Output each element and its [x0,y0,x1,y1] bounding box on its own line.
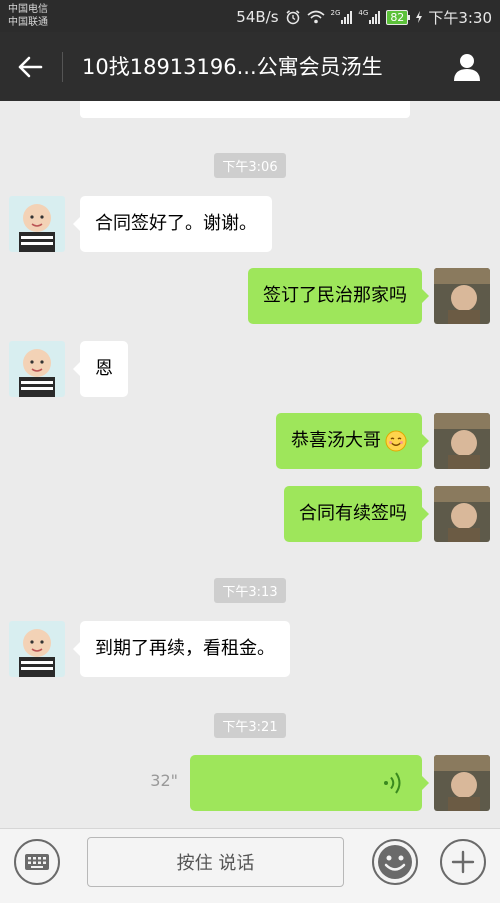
plus-icon [451,850,475,874]
baby-avatar-image [9,196,65,252]
incoming-message[interactable]: 合同签好了。谢谢。 [73,196,272,252]
contact-avatar[interactable] [9,341,65,397]
header-divider [62,52,63,82]
more-actions-button[interactable] [440,839,486,885]
status-time: 下午3:30 [428,8,492,27]
signal-1-type: 2G [330,9,341,17]
user-avatar-image [434,755,490,811]
incoming-message[interactable]: 到期了再续，看租金。 [73,621,290,677]
carrier-1: 中国电信 [8,4,48,15]
my-avatar[interactable] [434,486,490,542]
signal-2-icon: 4G [358,9,381,24]
previous-message-bubble[interactable] [80,101,410,118]
baby-avatar-image [9,621,65,677]
wifi-icon [307,10,325,24]
battery-icon: 82 [386,9,411,25]
message-text: 恭喜汤大哥 [291,430,381,451]
outgoing-message[interactable]: 恭喜汤大哥 [276,413,429,469]
voice-duration: 32" [150,771,178,790]
chat-area[interactable]: 下午3:06 合同签好了。谢谢。 签订了民治那家吗 恩 恭喜汤大哥 合同有续签吗… [0,101,500,828]
network-speed: 54B/s [236,8,279,26]
input-bar: 按住 说话 [0,828,500,903]
carrier-2: 中国联通 [8,17,48,28]
voice-message[interactable] [190,755,429,811]
outgoing-message[interactable]: 合同有续签吗 [284,486,429,542]
user-avatar-image [434,413,490,469]
timestamp: 下午3:06 [0,153,500,178]
battery-level: 82 [386,9,409,25]
arrow-left-icon [18,56,43,78]
smiling-face-icon [385,430,407,452]
my-avatar[interactable] [434,755,490,811]
signal-2-type: 4G [358,9,369,17]
status-bar: 中国电信 中国联通 54B/s 2G 4G 82 下午3:30 [0,0,500,32]
alarm-icon [286,10,300,25]
chat-header: 10找18913196...公寓会员汤生 [0,32,500,101]
chat-info-button[interactable] [448,48,486,86]
back-button[interactable] [12,50,48,84]
hold-to-talk-button[interactable]: 按住 说话 [87,837,344,887]
keyboard-icon [25,854,49,870]
emoji-icon [378,845,412,879]
emoji-button[interactable] [372,839,418,885]
keyboard-toggle-button[interactable] [14,839,60,885]
contact-avatar[interactable] [9,621,65,677]
person-icon [454,54,480,81]
user-avatar-image [434,486,490,542]
timestamp: 下午3:21 [0,713,500,738]
contact-avatar[interactable] [9,196,65,252]
timestamp: 下午3:13 [0,578,500,603]
charging-icon [416,11,423,23]
voice-wave-icon [384,772,401,794]
user-avatar-image [434,268,490,324]
incoming-message[interactable]: 恩 [73,341,128,397]
outgoing-message[interactable]: 签订了民治那家吗 [248,268,429,324]
status-icons: 54B/s 2G 4G 82 下午3:30 [236,7,492,27]
my-avatar[interactable] [434,413,490,469]
my-avatar[interactable] [434,268,490,324]
baby-avatar-image [9,341,65,397]
chat-title: 10找18913196...公寓会员汤生 [82,55,383,79]
carrier-names: 中国电信 中国联通 [8,3,48,29]
signal-1-icon: 2G [331,10,353,24]
